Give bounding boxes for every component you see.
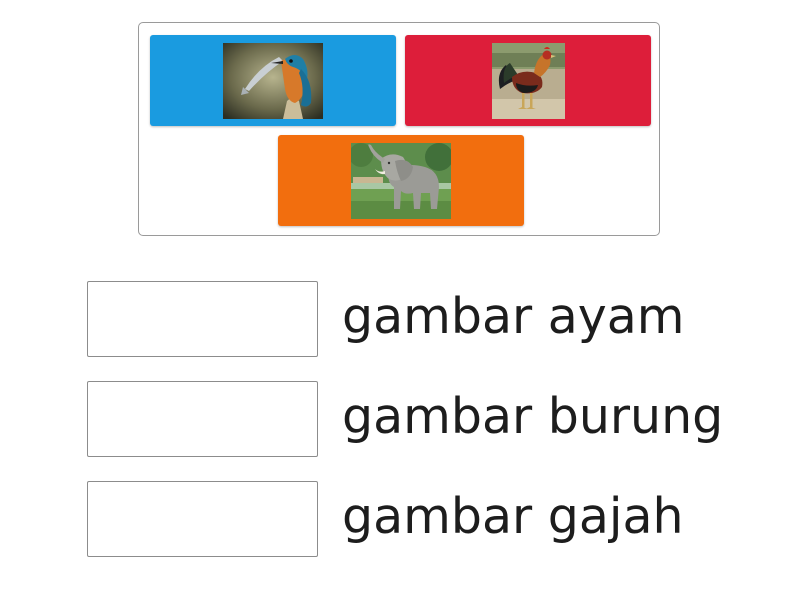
drop-zone[interactable] xyxy=(87,281,318,357)
answer-row: gambar burung xyxy=(87,381,787,457)
target-label: gambar gajah xyxy=(342,488,684,545)
tile-elephant[interactable] xyxy=(278,135,524,226)
kingfisher-image xyxy=(223,42,323,119)
drop-zone[interactable] xyxy=(87,381,318,457)
target-label: gambar ayam xyxy=(342,288,685,345)
rooster-image xyxy=(491,42,565,119)
tile-rooster[interactable] xyxy=(405,35,651,126)
match-activity: gambar ayam gambar burung gambar gajah xyxy=(0,0,800,600)
elephant-image xyxy=(351,142,451,219)
target-label: gambar burung xyxy=(342,388,724,445)
answer-tray xyxy=(138,22,660,236)
drop-zone[interactable] xyxy=(87,481,318,557)
answer-row: gambar ayam xyxy=(87,281,787,357)
tile-kingfisher[interactable] xyxy=(150,35,396,126)
answer-row: gambar gajah xyxy=(87,481,787,557)
